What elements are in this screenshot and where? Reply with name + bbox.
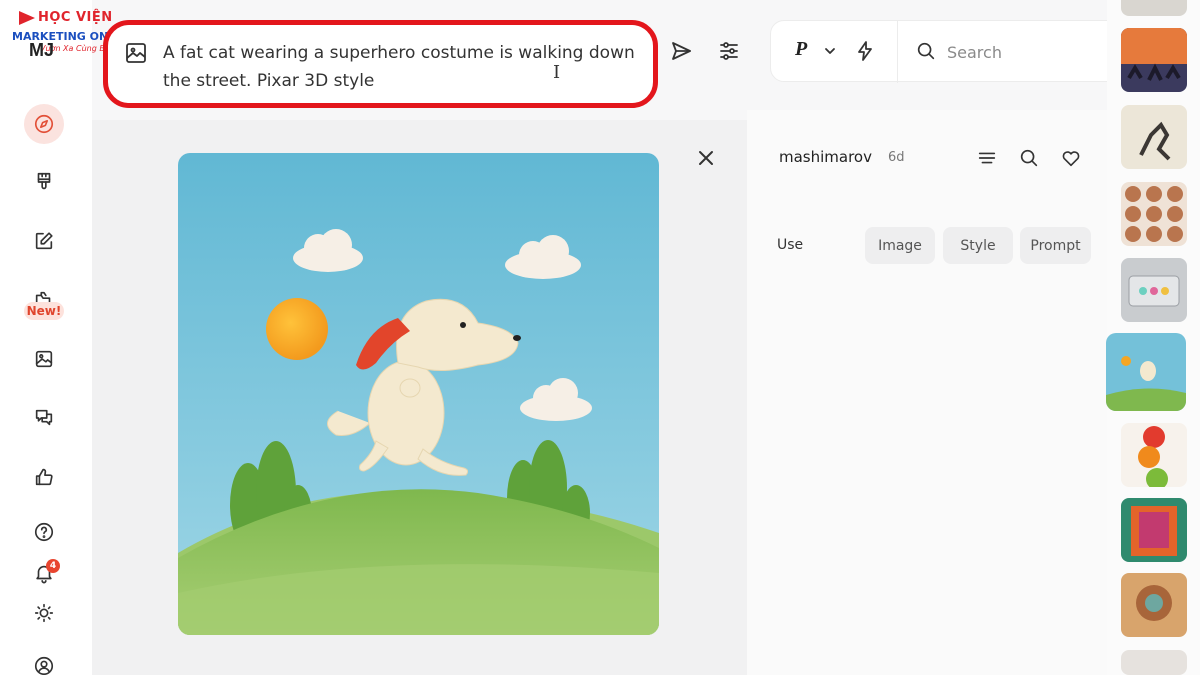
thumbnail[interactable] — [1121, 573, 1187, 637]
menu-lines-icon — [978, 152, 996, 164]
options-button[interactable] — [976, 147, 998, 169]
chevron-down-icon[interactable] — [823, 43, 837, 57]
sidebar-item-help[interactable] — [24, 512, 64, 552]
post-age: 6d — [888, 150, 905, 165]
new-badge: New! — [24, 302, 64, 320]
image-icon — [126, 43, 146, 63]
sun-icon — [34, 603, 54, 623]
pencil-square-icon — [35, 232, 53, 250]
heart-icon — [1062, 151, 1080, 167]
sidebar-item-organize[interactable] — [24, 339, 64, 379]
sidebar-item-theme[interactable] — [24, 593, 64, 633]
search-icon — [915, 40, 937, 62]
chat-bubbles-icon — [35, 409, 53, 426]
thumbnail[interactable] — [1121, 182, 1187, 246]
search-similar-button[interactable] — [1018, 147, 1040, 169]
app-logo[interactable]: MJ — [29, 40, 54, 61]
paintbrush-icon — [37, 172, 51, 190]
sliders-icon — [720, 42, 738, 60]
thumbnail[interactable] — [1121, 423, 1187, 487]
thumbnail[interactable] — [1121, 0, 1187, 16]
thumbnail[interactable] — [1121, 105, 1187, 169]
text-cursor: I — [553, 62, 561, 83]
top-toolbar: P — [770, 20, 1146, 83]
dog-illustration — [178, 153, 659, 635]
close-button[interactable] — [696, 148, 718, 170]
watermark-title: HỌC VIỆN — [38, 10, 113, 25]
use-style-button[interactable]: Style — [943, 227, 1013, 264]
lightning-icon[interactable] — [853, 39, 877, 63]
send-button[interactable] — [666, 36, 696, 66]
settings-button[interactable] — [714, 36, 744, 66]
sidebar-item-create[interactable] — [24, 162, 64, 202]
search-icon — [1020, 149, 1038, 167]
notification-count-badge: 4 — [46, 559, 60, 573]
thumbs-up-icon — [35, 468, 53, 486]
use-image-button[interactable]: Image — [865, 227, 935, 264]
thumbnail[interactable] — [1121, 258, 1187, 322]
prompt-input[interactable]: A fat cat wearing a superhero costume is… — [163, 39, 653, 95]
prompt-box[interactable]: A fat cat wearing a superhero costume is… — [103, 20, 658, 108]
personalization-toggle[interactable]: P — [795, 38, 807, 61]
sidebar-item-rank[interactable] — [24, 457, 64, 497]
play-logo-icon — [19, 11, 35, 25]
like-button[interactable] — [1060, 147, 1082, 169]
use-prompt-button[interactable]: Prompt — [1020, 227, 1091, 264]
compass-icon — [34, 114, 54, 134]
thumbnail[interactable] — [1121, 28, 1187, 92]
sidebar-item-profile[interactable] — [24, 646, 64, 675]
sidebar-item-notifications[interactable] — [24, 553, 64, 593]
close-icon — [699, 151, 713, 165]
thumbnail-selected[interactable] — [1106, 333, 1186, 411]
use-label: Use — [777, 237, 804, 253]
image-icon — [35, 350, 53, 368]
add-image-button[interactable] — [124, 41, 148, 65]
toolbar-divider — [897, 21, 898, 83]
author-name[interactable]: mashimarov — [779, 148, 872, 166]
sidebar-item-chat[interactable] — [24, 398, 64, 438]
thumbnail[interactable] — [1121, 650, 1187, 675]
detail-panel — [747, 110, 1107, 675]
thumbnail[interactable] — [1121, 498, 1187, 562]
search-input[interactable] — [947, 39, 1127, 65]
help-circle-icon — [34, 522, 54, 542]
sidebar-item-edit[interactable] — [24, 221, 64, 261]
user-circle-icon — [34, 656, 54, 675]
send-icon — [672, 42, 691, 60]
generated-image[interactable] — [178, 153, 659, 635]
sidebar-item-explore[interactable] — [24, 104, 64, 144]
